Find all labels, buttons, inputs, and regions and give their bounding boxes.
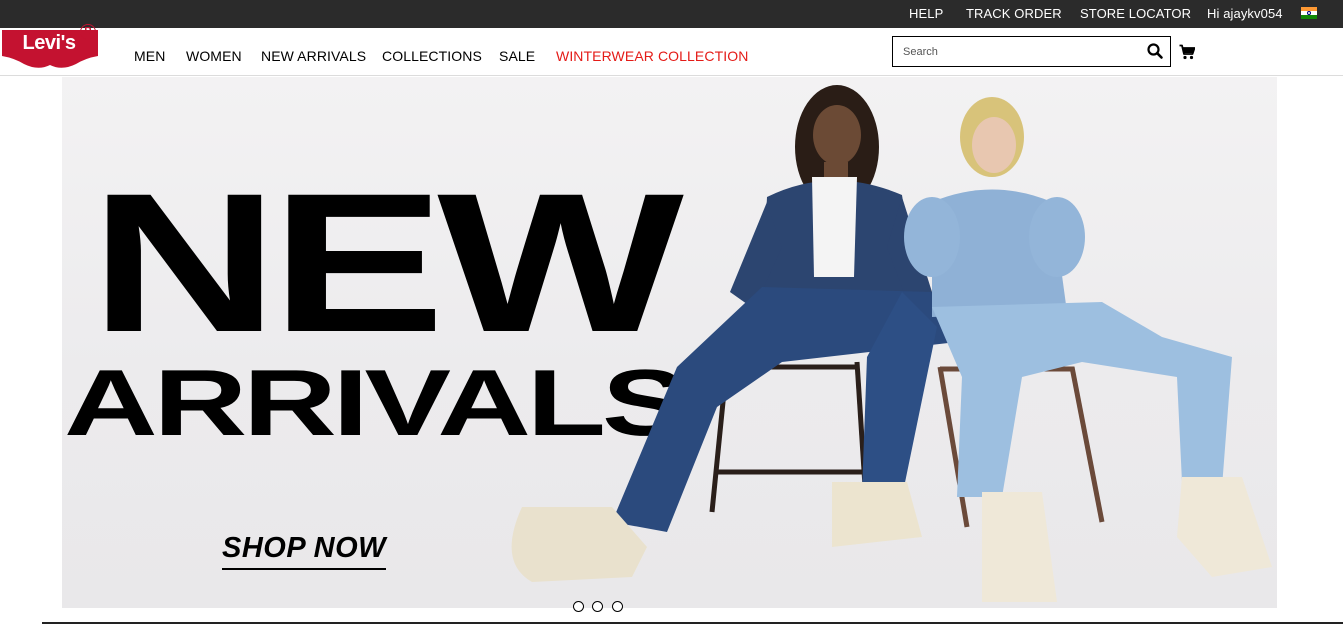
levis-logo[interactable]: Levi's R [0,24,104,72]
shop-now-button[interactable]: SHOP NOW [222,532,387,570]
search-icon[interactable] [1146,42,1164,60]
carousel-dot-1[interactable] [573,601,584,612]
account-greeting-link[interactable]: Hi ajaykv054 [1207,0,1283,28]
male-model [511,85,957,582]
help-link[interactable]: HELP [909,0,943,28]
utility-bar: HELP TRACK ORDER STORE LOCATOR Hi ajaykv… [0,0,1343,28]
india-flag-icon[interactable] [1301,7,1317,19]
hero-models-image [511,85,1272,602]
main-header: Levi's R MEN WOMEN NEW ARRIVALS COLLECTI… [0,24,1343,76]
hero-banner[interactable]: NEW ARRIVALS SHOP NOW [62,77,1277,608]
search-box [892,36,1171,67]
nav-new-arrivals[interactable]: NEW ARRIVALS [261,28,366,76]
track-order-link[interactable]: TRACK ORDER [966,0,1062,28]
nav-sale[interactable]: SALE [499,28,535,76]
nav-winterwear-collection[interactable]: WINTERWEAR COLLECTION [556,28,748,76]
female-model [904,97,1272,602]
registered-mark: R [80,24,96,40]
search-input[interactable] [903,41,1133,62]
nav-collections[interactable]: COLLECTIONS [382,28,482,76]
carousel-dot-3[interactable] [612,601,623,612]
section-divider [42,622,1343,624]
carousel-dot-2[interactable] [592,601,603,612]
nav-women[interactable]: WOMEN [186,28,242,76]
carousel-dots [573,601,627,613]
store-locator-link[interactable]: STORE LOCATOR [1080,0,1191,28]
nav-men[interactable]: MEN [134,28,165,76]
cart-icon[interactable] [1179,44,1196,60]
